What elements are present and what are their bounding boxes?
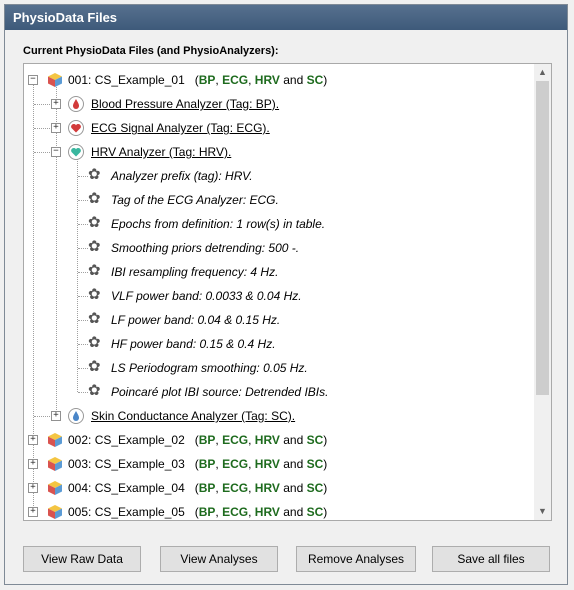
tree-line: [78, 200, 88, 201]
tree-row-file[interactable]: + 004: CS_Example_04 (BP, ECG, HRV and S…: [24, 476, 534, 500]
param-label: Tag of the ECG Analyzer: ECG.: [111, 193, 279, 207]
tree-row-file[interactable]: + 005: CS_Example_05 (BP, ECG, HRV and S…: [24, 500, 534, 520]
gear-icon: ✿: [88, 358, 101, 375]
expand-toggle[interactable]: +: [28, 435, 38, 445]
gear-icon: ✿: [88, 334, 101, 351]
tree-line: [34, 152, 52, 153]
heart-icon: [68, 144, 84, 160]
expand-toggle[interactable]: +: [28, 507, 38, 517]
cube-icon: [48, 433, 62, 447]
analyzer-link[interactable]: ECG Signal Analyzer (Tag: ECG).: [91, 116, 270, 140]
tree-row-analyzer[interactable]: + ECG Signal Analyzer (Tag: ECG).: [24, 116, 534, 140]
vertical-scrollbar[interactable]: ▲ ▼: [534, 64, 551, 520]
analyzer-link[interactable]: HRV Analyzer (Tag: HRV).: [91, 140, 231, 164]
file-label: 002: CS_Example_02 (BP, ECG, HRV and SC): [68, 433, 328, 447]
tree-line: [78, 248, 88, 249]
tree-line: [34, 104, 52, 105]
tree-row-param[interactable]: ✿ LF power band: 0.04 & 0.15 Hz.: [24, 308, 534, 332]
tree-line: [78, 224, 88, 225]
tree-row-param[interactable]: ✿ Epochs from definition: 1 row(s) in tab…: [24, 212, 534, 236]
physiodata-files-panel: PhysioData Files Current PhysioData File…: [4, 4, 568, 585]
tree-row-analyzer[interactable]: − HRV Analyzer (Tag: HRV).: [24, 140, 534, 164]
tree-line: [78, 176, 88, 177]
tree-row-file[interactable]: + 003: CS_Example_03 (BP, ECG, HRV and S…: [24, 452, 534, 476]
tree-rows: − 001: CS_Example_01 (BP, ECG, HRV and S…: [24, 64, 534, 520]
param-label: HF power band: 0.15 & 0.4 Hz.: [111, 337, 276, 351]
water-drop-icon: [68, 408, 84, 424]
tree-line: [78, 272, 88, 273]
param-label: Epochs from definition: 1 row(s) in tabl…: [111, 217, 326, 231]
gear-icon: ✿: [88, 190, 101, 207]
tree-row-param[interactable]: ✿ Tag of the ECG Analyzer: ECG.: [24, 188, 534, 212]
scroll-up-icon[interactable]: ▲: [534, 64, 551, 81]
gear-icon: ✿: [88, 214, 101, 231]
file-label: 001: CS_Example_01 (BP, ECG, HRV and SC): [68, 73, 328, 87]
heart-icon: [68, 120, 84, 136]
param-label: IBI resampling frequency: 4 Hz.: [111, 265, 279, 279]
tree-row-analyzer[interactable]: + Skin Conductance Analyzer (Tag: SC).: [24, 404, 534, 428]
tree-row-param[interactable]: ✿ IBI resampling frequency: 4 Hz.: [24, 260, 534, 284]
gear-icon: ✿: [88, 238, 101, 255]
collapse-toggle[interactable]: −: [28, 75, 38, 85]
view-raw-data-button[interactable]: View Raw Data: [23, 546, 141, 572]
save-all-files-button[interactable]: Save all files: [432, 546, 550, 572]
tree-row-param[interactable]: ✿ Poincaré plot IBI source: Detrended IBI…: [24, 380, 534, 404]
tree-line: [78, 368, 88, 369]
cube-icon: [48, 481, 62, 495]
cube-icon: [48, 505, 62, 519]
tree-line: [78, 344, 88, 345]
param-label: LS Periodogram smoothing: 0.05 Hz.: [111, 361, 308, 375]
tree-row-param[interactable]: ✿ VLF power band: 0.0033 & 0.04 Hz.: [24, 284, 534, 308]
view-analyses-button[interactable]: View Analyses: [160, 546, 278, 572]
tree-row-file[interactable]: + 002: CS_Example_02 (BP, ECG, HRV and S…: [24, 428, 534, 452]
expand-toggle[interactable]: +: [28, 459, 38, 469]
tree-row-param[interactable]: ✿ Smoothing priors detrending: 500 -.: [24, 236, 534, 260]
expand-toggle[interactable]: +: [51, 123, 61, 133]
section-label: Current PhysioData Files (and PhysioAnal…: [23, 45, 279, 57]
gear-icon: ✿: [88, 286, 101, 303]
param-label: Smoothing priors detrending: 500 -.: [111, 241, 300, 255]
file-label: 005: CS_Example_05 (BP, ECG, HRV and SC): [68, 505, 328, 519]
tree-row-param[interactable]: ✿ Analyzer prefix (tag): HRV.: [24, 164, 534, 188]
gear-icon: ✿: [88, 310, 101, 327]
gear-icon: ✿: [88, 262, 101, 279]
cube-icon: [48, 457, 62, 471]
scroll-down-icon[interactable]: ▼: [534, 503, 551, 520]
panel-title: PhysioData Files: [5, 5, 567, 30]
tree-line: [78, 296, 88, 297]
collapse-toggle[interactable]: −: [51, 147, 61, 157]
scroll-thumb[interactable]: [536, 81, 549, 395]
gear-icon: ✿: [88, 382, 101, 399]
param-label: LF power band: 0.04 & 0.15 Hz.: [111, 313, 281, 327]
analyzer-link[interactable]: Blood Pressure Analyzer (Tag: BP).: [91, 92, 279, 116]
expand-toggle[interactable]: +: [51, 411, 61, 421]
tree-row-param[interactable]: ✿ HF power band: 0.15 & 0.4 Hz.: [24, 332, 534, 356]
tree-row-analyzer[interactable]: + Blood Pressure Analyzer (Tag: BP).: [24, 92, 534, 116]
file-label: 003: CS_Example_03 (BP, ECG, HRV and SC): [68, 457, 328, 471]
tree-line: [78, 392, 88, 393]
expand-toggle[interactable]: +: [51, 99, 61, 109]
param-label: Poincaré plot IBI source: Detrended IBIs…: [111, 385, 329, 399]
param-label: Analyzer prefix (tag): HRV.: [111, 169, 253, 183]
remove-analyses-button[interactable]: Remove Analyses: [296, 546, 416, 572]
tree-line: [78, 320, 88, 321]
tree-row-param[interactable]: ✿ LS Periodogram smoothing: 0.05 Hz.: [24, 356, 534, 380]
file-tree[interactable]: − 001: CS_Example_01 (BP, ECG, HRV and S…: [23, 63, 552, 521]
blood-drop-icon: [68, 96, 84, 112]
cube-icon: [48, 73, 62, 87]
analyzer-link[interactable]: Skin Conductance Analyzer (Tag: SC).: [91, 404, 295, 428]
tree-row-file[interactable]: − 001: CS_Example_01 (BP, ECG, HRV and S…: [24, 68, 534, 92]
tree-line: [34, 416, 52, 417]
file-label: 004: CS_Example_04 (BP, ECG, HRV and SC): [68, 481, 328, 495]
tree-line: [34, 128, 52, 129]
expand-toggle[interactable]: +: [28, 483, 38, 493]
param-label: VLF power band: 0.0033 & 0.04 Hz.: [111, 289, 302, 303]
gear-icon: ✿: [88, 166, 101, 183]
